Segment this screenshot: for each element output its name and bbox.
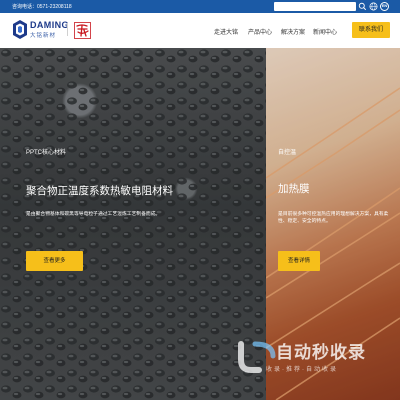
language-switch[interactable]: EN xyxy=(380,2,389,11)
nav-news[interactable]: 新闻中心 xyxy=(313,27,337,36)
globe-icon[interactable] xyxy=(369,2,378,11)
pptc-title: 聚合物正温度系数热敏电阻材料 xyxy=(26,185,173,197)
red-seal-icon xyxy=(74,22,91,39)
heating-film-description: 是目前很多种可控温热应用的理想解决方案，具有柔性、稳定、安全的特点。 xyxy=(278,212,389,224)
pptc-material-panel[interactable]: PPTC核心材料 聚合物正温度系数热敏电阻材料 是由聚合物基体和碳黑等导电粒子通… xyxy=(0,48,266,400)
heating-film-title: 加热膜 xyxy=(278,183,310,195)
top-bar: 咨询电话：0571-23208118 EN xyxy=(0,0,400,13)
nav-solutions[interactable]: 解决方案 xyxy=(281,27,305,36)
search-input[interactable] xyxy=(274,2,356,11)
watermark-text: 自动秒收录 xyxy=(276,343,366,362)
watermark-subtext: 收录·推荐·自动收录 xyxy=(266,367,338,373)
site-header: DAMING 大铭新材 走进大铭 产品中心 解决方案 新闻中心 联系我们 xyxy=(0,13,400,48)
hotline-text: 咨询电话：0571-23208118 xyxy=(12,4,72,10)
logo-text-en: DAMING xyxy=(30,20,69,30)
logo-divider xyxy=(67,23,68,36)
search-icon[interactable] xyxy=(358,2,367,11)
view-details-button[interactable]: 查看详情 xyxy=(278,251,320,271)
nav-products[interactable]: 产品中心 xyxy=(248,27,272,36)
nav-about[interactable]: 走进大铭 xyxy=(214,27,238,36)
daming-logo-icon[interactable] xyxy=(12,19,28,40)
plastic-pellets-image xyxy=(0,48,266,400)
pptc-description: 是由聚合物基体和碳黑等导电粒子通过工艺混炼工艺制备而成。 xyxy=(26,212,161,217)
view-more-button[interactable]: 查看更多 xyxy=(26,251,83,271)
pptc-tag: PPTC核心材料 xyxy=(26,150,67,156)
contact-us-button[interactable]: 联系我们 xyxy=(352,22,390,38)
logo-text-cn: 大铭新材 xyxy=(30,33,57,39)
heating-film-tag: 自控温 xyxy=(278,150,297,156)
